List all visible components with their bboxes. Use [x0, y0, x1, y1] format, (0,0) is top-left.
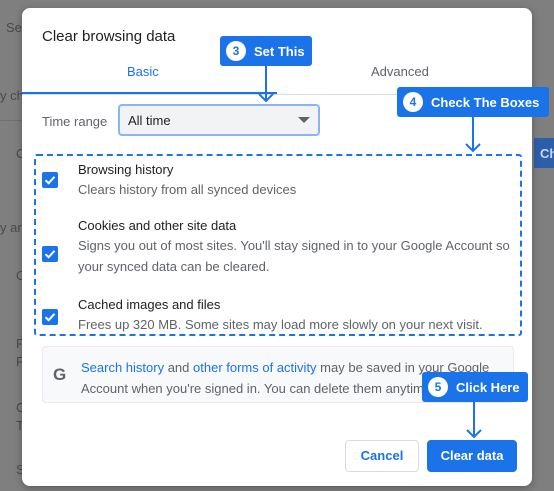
- callout-click-here: 5 Click Here: [422, 372, 528, 402]
- callout-number: 4: [403, 92, 423, 112]
- callout-label: Click Here: [456, 380, 520, 395]
- callout-check-the-boxes: 4 Check The Boxes: [397, 87, 549, 117]
- callout-arrows: [258, 66, 482, 439]
- callout-label: Check The Boxes: [431, 95, 540, 110]
- callout-number: 5: [428, 377, 448, 397]
